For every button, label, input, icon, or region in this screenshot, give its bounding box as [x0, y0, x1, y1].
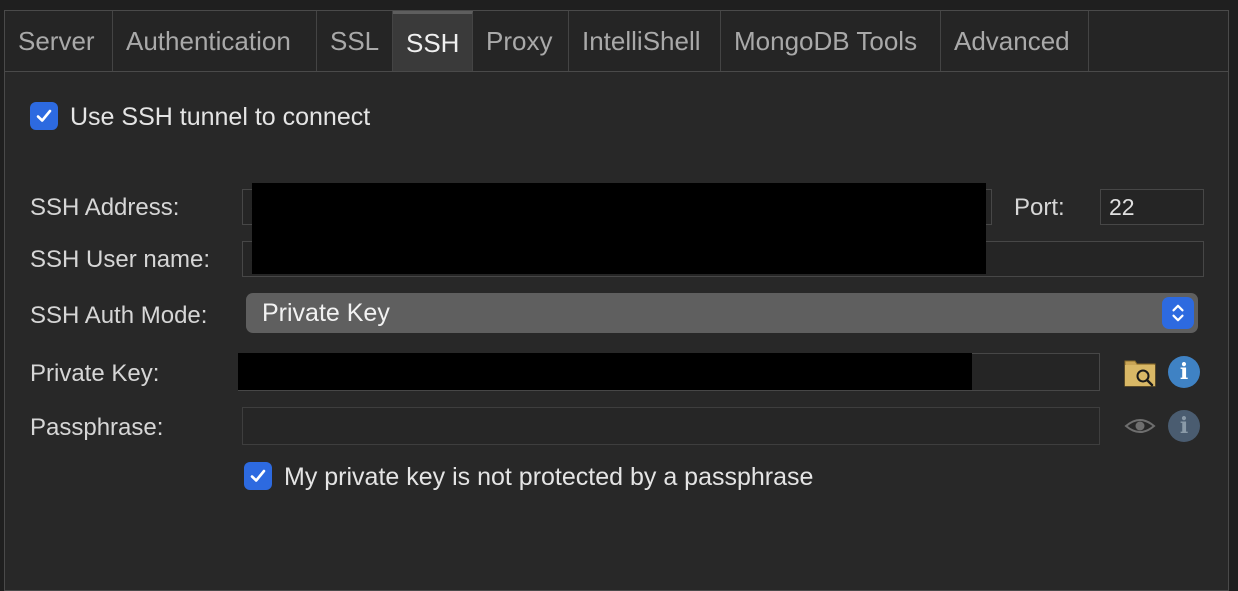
port-value: 22: [1109, 193, 1135, 220]
passphrase-label: Passphrase:: [30, 414, 164, 441]
port-label: Port:: [1014, 194, 1065, 221]
tab-server[interactable]: Server: [5, 11, 113, 72]
passphrase-input[interactable]: [242, 407, 1100, 445]
ssh-username-label: SSH User name:: [30, 246, 211, 273]
tab-advanced[interactable]: Advanced: [941, 11, 1089, 72]
browse-private-key-button[interactable]: [1124, 357, 1156, 387]
ssh-auth-mode-select[interactable]: Private Key: [246, 293, 1198, 333]
select-stepper: [1162, 297, 1194, 329]
tab-label: Advanced: [954, 26, 1070, 56]
tab-bar: Server Authentication SSL SSH Proxy Inte…: [4, 10, 1229, 72]
tab-label: MongoDB Tools: [734, 26, 918, 56]
redaction-box: [238, 353, 972, 390]
checkmark-icon: [36, 109, 52, 122]
tab-mongodb-tools[interactable]: MongoDB Tools: [721, 11, 941, 72]
folder-search-icon: [1124, 360, 1156, 387]
info-glyph: i: [1179, 359, 1189, 385]
use-ssh-tunnel-label: Use SSH tunnel to connect: [70, 103, 371, 131]
eye-icon: [1124, 419, 1156, 433]
tab-proxy[interactable]: Proxy: [473, 11, 569, 72]
use-ssh-tunnel-checkbox[interactable]: [30, 102, 58, 130]
private-key-info-icon[interactable]: i: [1168, 356, 1200, 388]
ssh-address-label: SSH Address:: [30, 194, 180, 221]
no-passphrase-checkbox[interactable]: [244, 462, 272, 490]
checkmark-icon: [250, 469, 266, 482]
passphrase-info-icon[interactable]: i: [1168, 410, 1200, 442]
tab-label: SSL: [330, 26, 380, 56]
port-input[interactable]: 22: [1100, 189, 1204, 225]
chevron-updown-icon: [1172, 304, 1184, 322]
tab-label: Proxy: [486, 26, 553, 56]
tab-intellishell[interactable]: IntelliShell: [569, 11, 721, 72]
no-passphrase-label: My private key is not protected by a pas…: [284, 463, 814, 491]
tab-label: Authentication: [126, 26, 291, 56]
tab-ssh[interactable]: SSH: [393, 11, 473, 72]
tab-label: Server: [18, 26, 95, 56]
redaction-box: [252, 183, 986, 274]
private-key-label: Private Key:: [30, 360, 160, 387]
ssh-auth-mode-label: SSH Auth Mode:: [30, 302, 208, 329]
info-glyph: i: [1179, 413, 1189, 439]
reveal-passphrase-button[interactable]: [1124, 414, 1156, 438]
tab-ssl[interactable]: SSL: [317, 11, 393, 72]
ssh-auth-mode-value: Private Key: [262, 298, 390, 327]
tab-label: IntelliShell: [582, 26, 701, 56]
tab-label: SSH: [406, 27, 460, 58]
tab-authentication[interactable]: Authentication: [113, 11, 317, 72]
